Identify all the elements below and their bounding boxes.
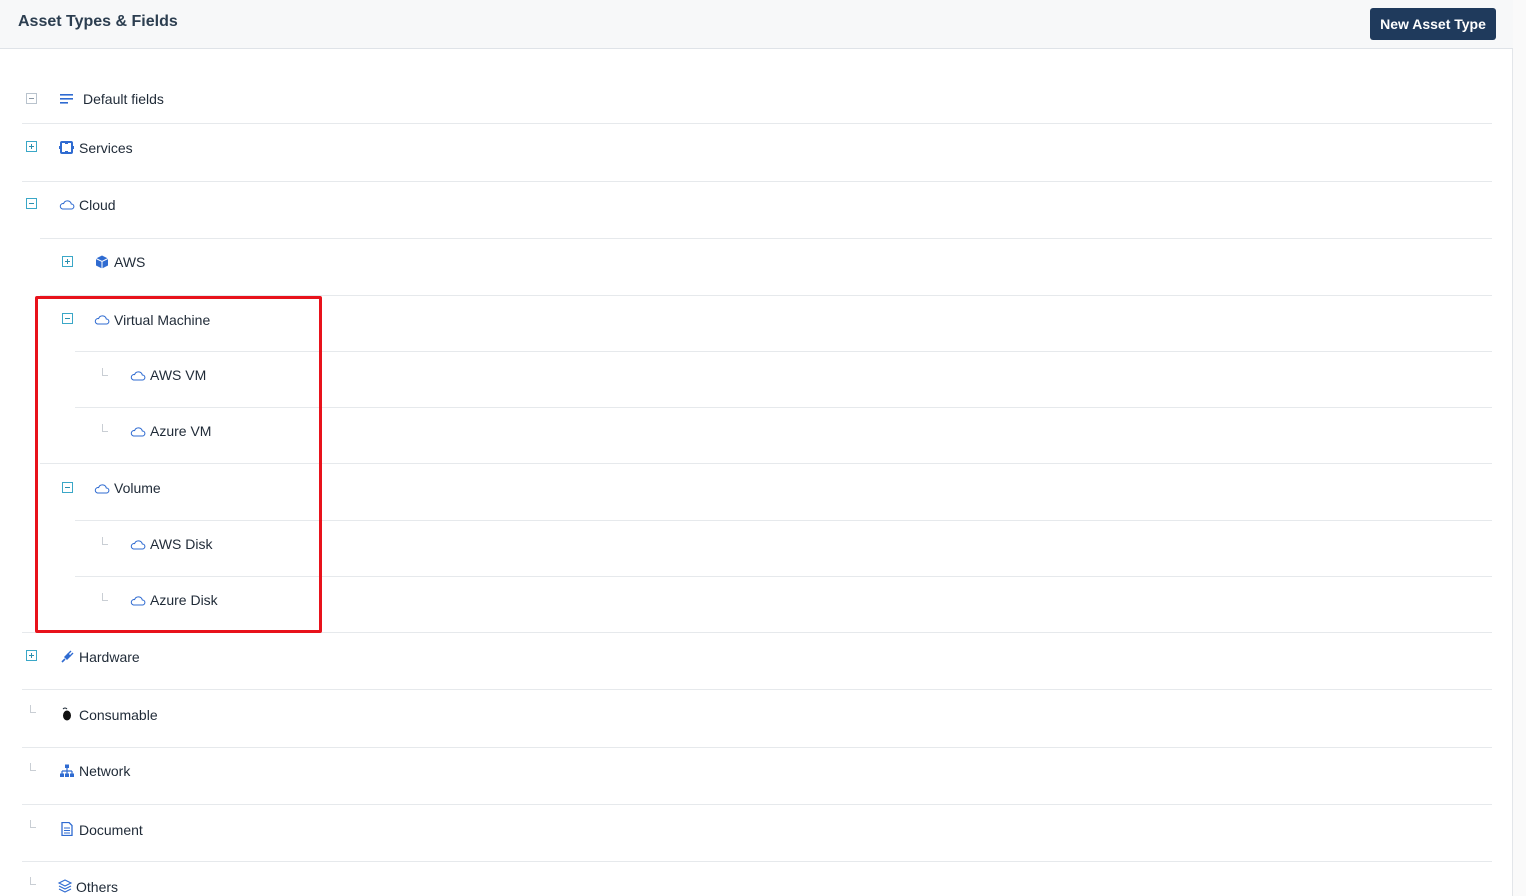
tree-row-virtual-machine[interactable]: Virtual Machine <box>40 296 1492 352</box>
collapse-toggle-icon[interactable] <box>62 313 73 324</box>
tree-label: Default fields <box>83 91 164 107</box>
tree-leaf-connector <box>102 368 108 376</box>
network-icon <box>60 764 74 777</box>
tree-label: Consumable <box>79 707 158 723</box>
tree-leaf-connector <box>102 593 108 601</box>
cloud-icon <box>94 315 110 325</box>
tree-row-azure-disk[interactable]: Azure Disk <box>75 577 1492 633</box>
tree-row-aws-vm[interactable]: AWS VM <box>75 352 1492 408</box>
mouse-icon <box>62 707 71 721</box>
asset-types-page: Asset Types & Fields New Asset Type Defa… <box>0 0 1513 896</box>
plug-icon <box>61 650 74 663</box>
tree-label: Others <box>76 879 119 895</box>
layers-icon <box>57 879 73 893</box>
expand-toggle-icon[interactable] <box>26 650 37 661</box>
cloud-icon <box>130 596 146 606</box>
expand-toggle-icon[interactable] <box>26 141 37 152</box>
collapse-toggle-icon[interactable] <box>26 93 37 104</box>
tree-row-aws-disk[interactable]: AWS Disk <box>75 521 1492 577</box>
cloud-icon <box>130 371 146 381</box>
tree-leaf-connector <box>102 537 108 545</box>
tree-label: Cloud <box>79 197 116 213</box>
page-header: Asset Types & Fields New Asset Type <box>0 0 1513 49</box>
tree-row-document[interactable]: Document <box>22 805 1492 862</box>
tree-label: Volume <box>114 480 161 496</box>
tree-leaf-connector <box>30 763 36 771</box>
cloud-icon <box>130 540 146 550</box>
collapse-toggle-icon[interactable] <box>26 198 37 209</box>
cloud-icon <box>94 484 110 494</box>
tree-row-consumable[interactable]: Consumable <box>22 690 1492 748</box>
tree-row-services[interactable]: Services <box>22 124 1492 182</box>
expand-toggle-icon[interactable] <box>62 256 73 267</box>
document-icon <box>61 822 73 836</box>
tree-label: Network <box>79 763 131 779</box>
tree-label: Hardware <box>79 649 140 665</box>
tree-label: Document <box>79 822 143 838</box>
tree-leaf-connector <box>30 820 36 828</box>
tree-row-cloud[interactable]: Cloud <box>22 182 1492 239</box>
tree-row-hardware[interactable]: Hardware <box>22 633 1492 690</box>
new-asset-type-button[interactable]: New Asset Type <box>1370 8 1496 40</box>
tree-leaf-connector <box>30 877 36 885</box>
tree-row-default-fields[interactable]: Default fields <box>22 71 1492 124</box>
tree-label: AWS VM <box>150 367 207 383</box>
cube-icon <box>95 255 109 269</box>
tree-leaf-connector <box>102 424 108 432</box>
cloud-icon <box>130 427 146 437</box>
tree-row-volume[interactable]: Volume <box>40 464 1492 521</box>
cloud-icon <box>59 200 75 210</box>
tree-label: Services <box>79 140 133 156</box>
tree-label: AWS Disk <box>150 536 213 552</box>
tree-row-aws[interactable]: AWS <box>40 239 1492 296</box>
tree-row-network[interactable]: Network <box>22 748 1492 805</box>
tree-label: Azure Disk <box>150 592 218 608</box>
tree-row-others[interactable]: Others <box>22 862 1492 896</box>
collapse-toggle-icon[interactable] <box>62 482 73 493</box>
list-lines-icon <box>60 94 73 104</box>
tree-label: Azure VM <box>150 423 212 439</box>
tree-label: Virtual Machine <box>114 312 211 328</box>
tree-row-azure-vm[interactable]: Azure VM <box>75 408 1492 464</box>
tree-leaf-connector <box>30 705 36 713</box>
gear-puzzle-icon <box>59 141 74 154</box>
scrollbar[interactable] <box>1513 0 1526 896</box>
tree-label: AWS <box>114 254 146 270</box>
page-title: Asset Types & Fields <box>18 13 178 30</box>
